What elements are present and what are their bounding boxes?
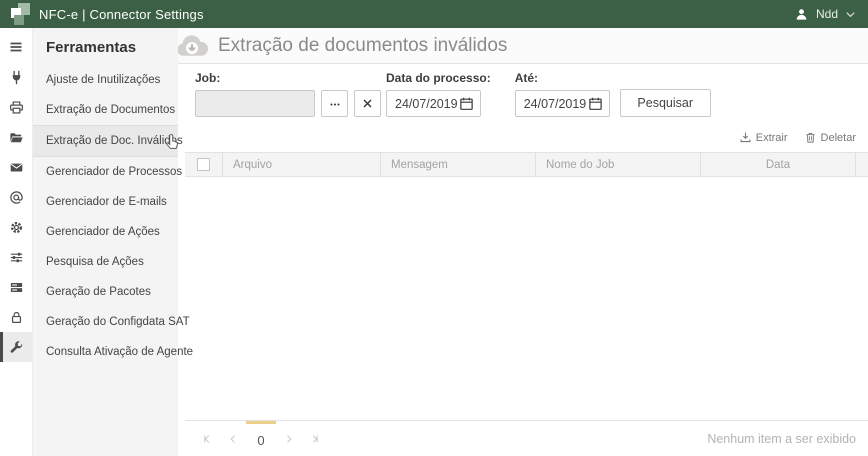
plug-icon	[9, 70, 24, 85]
pager-last-button[interactable]	[302, 421, 328, 456]
app-logo-icon	[8, 3, 30, 25]
menu-item-gerenciador-emails[interactable]: Gerenciador de E-mails	[33, 187, 178, 217]
menu-item-consulta-ativacao-agente[interactable]: Consulta Ativação de Agente	[33, 337, 178, 367]
user-name: Ndd	[816, 7, 838, 21]
grid-header-row: Arquivo Mensagem Nome do Job Data	[185, 152, 868, 177]
wrench-icon	[9, 340, 24, 355]
rail-item-connections[interactable]	[0, 62, 32, 92]
menu-item-geracao-configdata-sat[interactable]: Geração do Configdata SAT	[33, 307, 178, 337]
icon-rail	[0, 28, 32, 456]
rail-item-parameters[interactable]	[0, 242, 32, 272]
column-header-data[interactable]: Data	[700, 153, 855, 176]
pager: 0 Nenhum item a ser exibido	[185, 420, 868, 456]
column-header-mensagem[interactable]: Mensagem	[380, 153, 535, 176]
topbar: NFC-e | Connector Settings Ndd	[0, 0, 868, 28]
delete-label: Deletar	[821, 132, 856, 144]
rail-item-mail[interactable]	[0, 152, 32, 182]
extract-button[interactable]: Extrair	[739, 131, 788, 144]
delete-button[interactable]: Deletar	[804, 131, 856, 144]
folder-open-icon	[9, 130, 24, 145]
content-area: Extração de documentos inválidos Job: Da…	[178, 28, 868, 456]
menu-item-geracao-pacotes[interactable]: Geração de Pacotes	[33, 277, 178, 307]
select-all-checkbox[interactable]	[197, 158, 210, 171]
results-grid: Arquivo Mensagem Nome do Job Data 0	[185, 152, 868, 456]
job-label: Job:	[195, 71, 381, 85]
tools-menu-panel: Ferramentas Ajuste de Inutilizações Extr…	[32, 28, 178, 456]
until-date-input[interactable]	[524, 97, 588, 111]
rail-item-files[interactable]	[0, 122, 32, 152]
rail-item-print[interactable]	[0, 92, 32, 122]
cloud-download-icon	[178, 28, 210, 64]
lock-icon	[9, 310, 24, 325]
chevron-down-icon	[845, 9, 856, 20]
menu-item-gerenciador-processos[interactable]: Gerenciador de Processos	[33, 157, 178, 187]
rail-menu-button[interactable]	[0, 32, 32, 62]
column-header-spacer	[855, 153, 868, 176]
ellipsis-icon	[328, 97, 342, 111]
menu-item-ajuste-inutilizacoes[interactable]: Ajuste de Inutilizações	[33, 65, 178, 95]
download-icon	[739, 131, 752, 144]
user-menu[interactable]: Ndd	[794, 7, 856, 22]
app-title: NFC-e | Connector Settings	[39, 7, 204, 22]
menu-item-pesquisa-acoes[interactable]: Pesquisa de Ações	[33, 247, 178, 277]
grid-actions: Extrair Deletar	[178, 117, 868, 144]
rail-item-settings[interactable]	[0, 212, 32, 242]
process-date-input[interactable]	[395, 97, 459, 111]
pager-next-button[interactable]	[276, 421, 302, 456]
search-form: Job: Data do processo:	[178, 64, 868, 117]
menu-item-extracao-doc-invalidos[interactable]: Extração de Doc. Inválidos	[33, 125, 178, 157]
panel-title: Ferramentas	[33, 28, 178, 65]
page-title: Extração de documentos inválidos	[218, 35, 507, 57]
cursor-hand-icon	[164, 133, 181, 150]
sliders-icon	[9, 250, 24, 265]
pager-prev-button[interactable]	[220, 421, 246, 456]
calendar-icon[interactable]	[459, 96, 474, 111]
rail-item-tools[interactable]	[0, 332, 32, 362]
rail-item-security[interactable]	[0, 302, 32, 332]
job-input[interactable]	[195, 90, 315, 117]
grid-body-empty	[185, 177, 868, 420]
menu-item-gerenciador-acoes[interactable]: Gerenciador de Ações	[33, 217, 178, 247]
at-sign-icon	[9, 190, 24, 205]
process-date-label: Data do processo:	[386, 71, 491, 85]
rail-item-servers[interactable]	[0, 272, 32, 302]
select-all-cell	[185, 153, 222, 176]
envelope-icon	[9, 160, 24, 175]
gear-icon	[9, 220, 24, 235]
page-header: Extração de documentos inválidos	[178, 28, 868, 64]
pager-status-text: Nenhum item a ser exibido	[707, 432, 856, 446]
user-icon	[794, 7, 809, 22]
clear-job-button[interactable]	[354, 90, 381, 117]
column-header-nome-do-job[interactable]: Nome do Job	[535, 153, 700, 176]
extract-label: Extrair	[756, 132, 788, 144]
search-button[interactable]: Pesquisar	[620, 89, 711, 117]
pager-current-page[interactable]: 0	[246, 421, 276, 456]
server-icon	[9, 280, 24, 295]
until-date-label: Até:	[515, 71, 610, 85]
menu-item-extracao-documentos[interactable]: Extração de Documentos	[33, 95, 178, 125]
pager-first-button[interactable]	[194, 421, 220, 456]
calendar-icon[interactable]	[588, 96, 603, 111]
x-icon	[362, 98, 373, 109]
column-header-arquivo[interactable]: Arquivo	[222, 153, 380, 176]
trash-icon	[804, 131, 817, 144]
menu-item-label: Extração de Doc. Inválidos	[46, 135, 183, 147]
printer-icon	[9, 100, 24, 115]
browse-job-button[interactable]	[321, 90, 348, 117]
menu-icon	[8, 39, 24, 55]
rail-item-email-accounts[interactable]	[0, 182, 32, 212]
